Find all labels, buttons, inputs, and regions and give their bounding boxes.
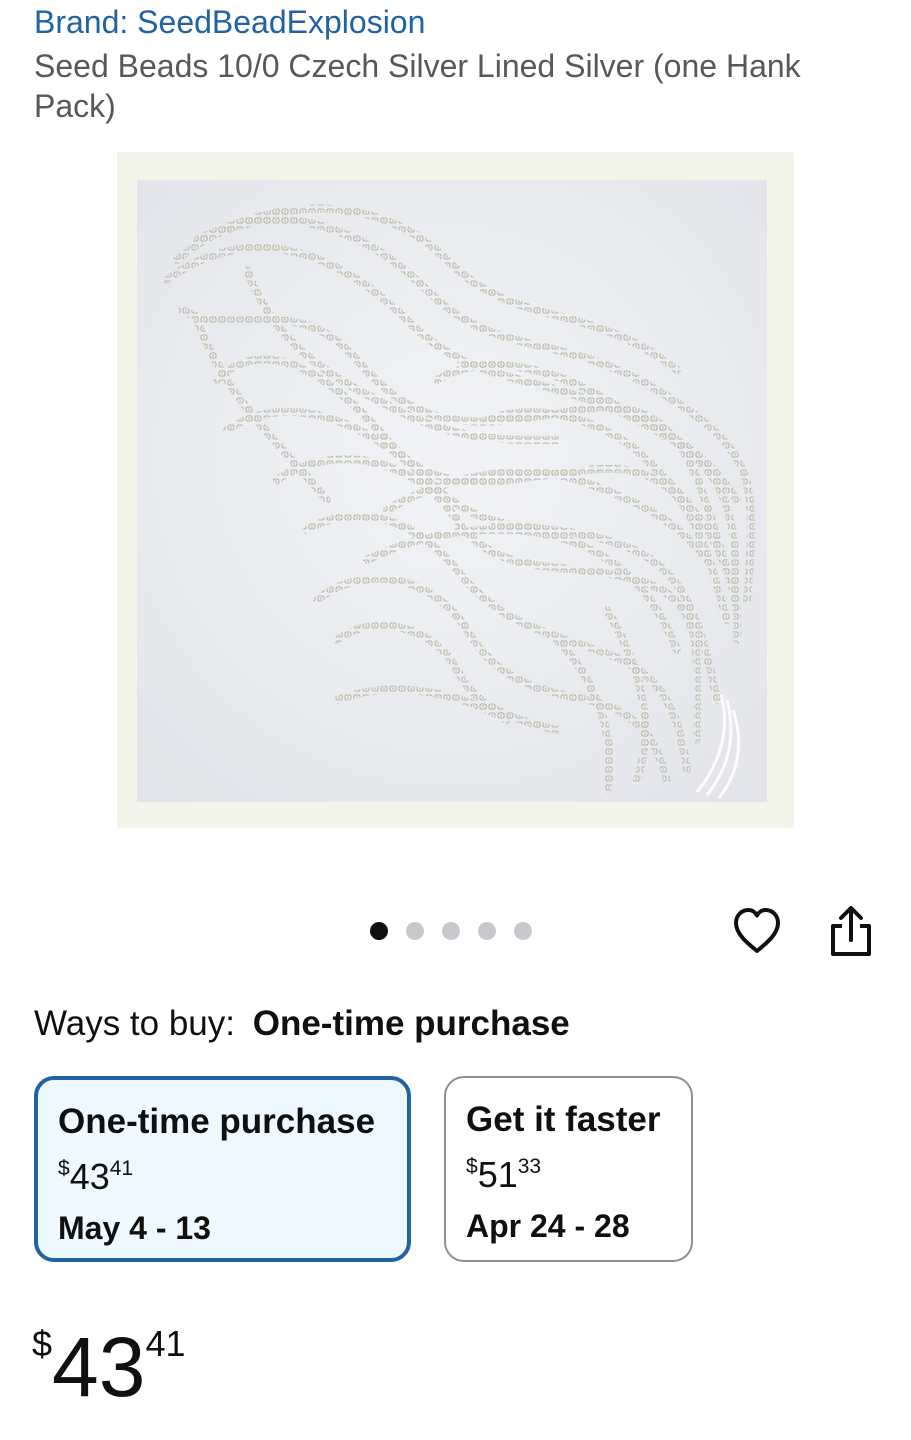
brand-link[interactable]: Brand: SeedBeadExplosion [34, 4, 425, 41]
main-price: $4341 [32, 1296, 186, 1415]
price-cents: 33 [517, 1155, 542, 1178]
price-symbol: $ [58, 1157, 70, 1180]
price-whole: 43 [52, 1320, 146, 1414]
ways-to-buy-label: Ways to buy: [34, 1004, 235, 1043]
carousel-dots[interactable] [370, 921, 532, 941]
product-title: Seed Beads 10/0 Czech Silver Lined Silve… [34, 48, 801, 124]
ways-to-buy: Ways to buy: One-time purchase [34, 1004, 570, 1044]
price-symbol: $ [466, 1155, 478, 1178]
beads-product-photo [137, 180, 767, 802]
share-icon [831, 906, 871, 956]
option-title: Get it faster [466, 1100, 661, 1139]
option-delivery-dates: May 4 - 13 [58, 1210, 211, 1246]
option-price: $4341 [58, 1146, 407, 1200]
price-symbol: $ [32, 1323, 53, 1364]
price-whole: 51 [477, 1154, 518, 1195]
option-title: One-time purchase [58, 1102, 376, 1141]
price-whole: 43 [69, 1156, 110, 1197]
price-cents: 41 [109, 1157, 134, 1180]
option-get-it-faster[interactable]: Get it faster $5133 Apr 24 - 28 [444, 1076, 693, 1262]
option-delivery-dates: Apr 24 - 28 [466, 1208, 630, 1244]
option-price: $5133 [466, 1144, 691, 1198]
carousel-dot[interactable] [478, 922, 496, 940]
product-image[interactable] [117, 152, 794, 828]
option-one-time-purchase[interactable]: One-time purchase $4341 May 4 - 13 [34, 1076, 411, 1262]
carousel-dot[interactable] [442, 922, 460, 940]
wishlist-button[interactable] [730, 904, 784, 958]
price-cents: 41 [145, 1323, 186, 1364]
share-button[interactable] [826, 904, 876, 958]
ways-to-buy-value: One-time purchase [252, 1004, 570, 1043]
carousel-dot[interactable] [406, 922, 424, 940]
carousel-dot[interactable] [514, 922, 532, 940]
carousel-dot[interactable] [370, 922, 388, 940]
heart-icon [734, 908, 780, 953]
